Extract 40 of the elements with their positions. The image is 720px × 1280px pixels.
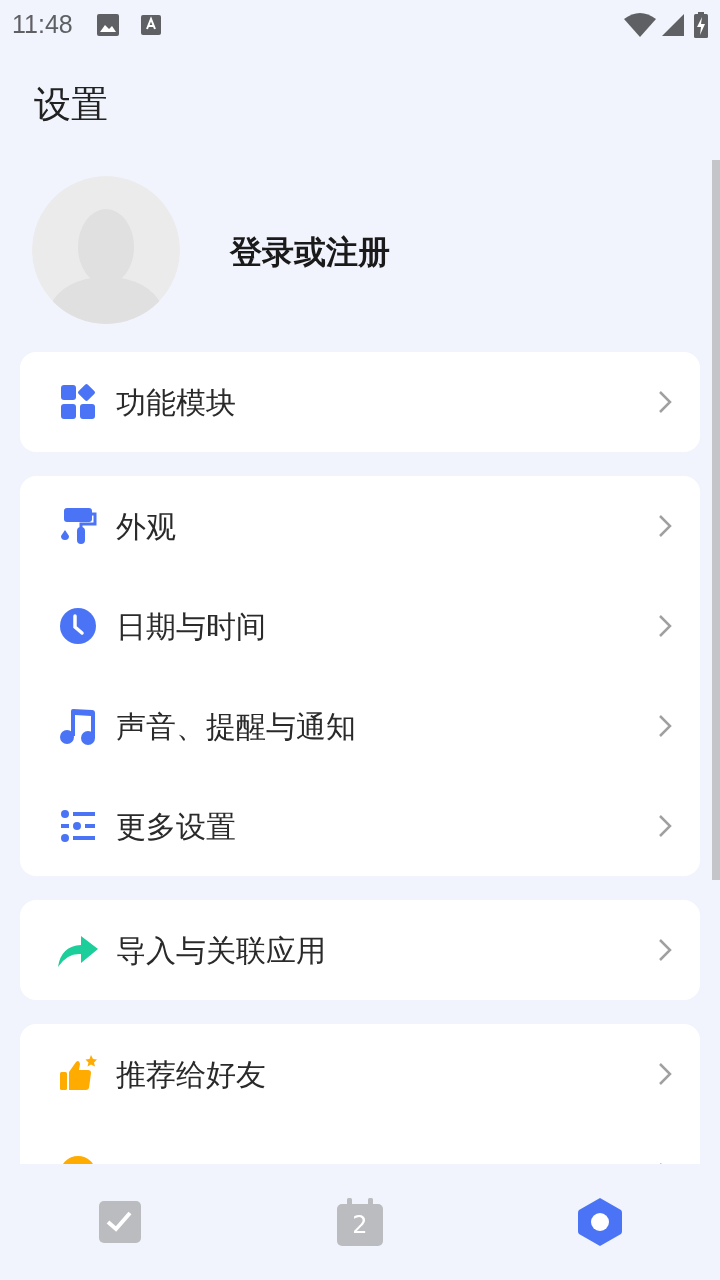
- item-label: 声音、提醒与通知: [116, 707, 357, 746]
- calendar-day: 2: [352, 1210, 368, 1240]
- calendar-icon: [337, 1198, 383, 1246]
- login-link[interactable]: 登录或注册: [230, 228, 390, 276]
- settings-item[interactable]: 外观: [20, 476, 700, 576]
- chevron-icon: [658, 514, 672, 538]
- chevron-icon: [658, 614, 672, 638]
- page-title: 设置: [34, 82, 108, 129]
- settings-item[interactable]: 推荐给好友: [20, 1024, 700, 1124]
- wifi-icon: [624, 13, 656, 37]
- chevron-icon: [658, 1062, 672, 1086]
- image-icon: [96, 14, 119, 36]
- settings-item[interactable]: 声音、提醒与通知: [20, 676, 700, 776]
- scrollbar[interactable]: [712, 160, 720, 880]
- chevron-icon: [658, 938, 672, 962]
- item-label: 外观: [116, 507, 177, 546]
- item-label: 推荐给好友: [116, 1055, 267, 1094]
- clock-icon: [59, 607, 97, 645]
- list-settings-icon: [60, 809, 96, 843]
- text-notification-icon: [140, 15, 161, 35]
- avatar[interactable]: [32, 176, 180, 324]
- chevron-icon: [658, 714, 672, 738]
- checkbox-icon: [98, 1200, 142, 1244]
- battery-charging-icon: [694, 12, 708, 38]
- item-label: 导入与关联应用: [116, 931, 327, 970]
- item-label: 更多设置: [116, 807, 237, 846]
- item-label: 功能模块: [116, 383, 237, 422]
- item-label: 日期与时间: [116, 607, 267, 646]
- paint-roller-icon: [58, 506, 98, 546]
- chevron-icon: [658, 390, 672, 414]
- chevron-icon: [658, 814, 672, 838]
- music-note-icon: [58, 706, 98, 746]
- settings-item[interactable]: 日期与时间: [20, 576, 700, 676]
- grid-icon: [60, 384, 96, 420]
- settings-item[interactable]: 更多设置: [20, 776, 700, 876]
- settings-item[interactable]: 功能模块: [20, 352, 700, 452]
- hexagon-settings-icon: [577, 1197, 623, 1247]
- status-time: 11:48: [12, 9, 73, 41]
- settings-item[interactable]: 导入与关联应用: [20, 900, 700, 1000]
- signal-icon: [662, 14, 684, 36]
